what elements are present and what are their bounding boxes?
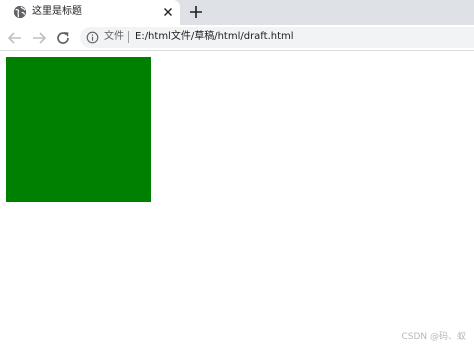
info-icon[interactable] [86, 31, 99, 44]
back-arrow-icon[interactable] [7, 30, 23, 46]
watermark: CSDN @码、蚁 [401, 332, 466, 342]
omnibox-divider [128, 31, 129, 43]
tab-strip: 这里是标题 [0, 0, 474, 25]
forward-arrow-icon[interactable] [31, 30, 47, 46]
close-icon[interactable] [161, 5, 175, 19]
active-tab[interactable]: 这里是标题 [0, 0, 180, 25]
tab-title: 这里是标题 [32, 6, 82, 17]
url-text[interactable]: E:/html文件/草稿/html/draft.html [135, 30, 294, 44]
green-box [6, 57, 151, 202]
reload-icon[interactable] [55, 30, 71, 46]
security-label[interactable]: 文件 [104, 30, 124, 44]
plus-icon[interactable] [188, 4, 204, 20]
globe-icon [13, 5, 27, 19]
toolbar-divider [0, 50, 474, 51]
